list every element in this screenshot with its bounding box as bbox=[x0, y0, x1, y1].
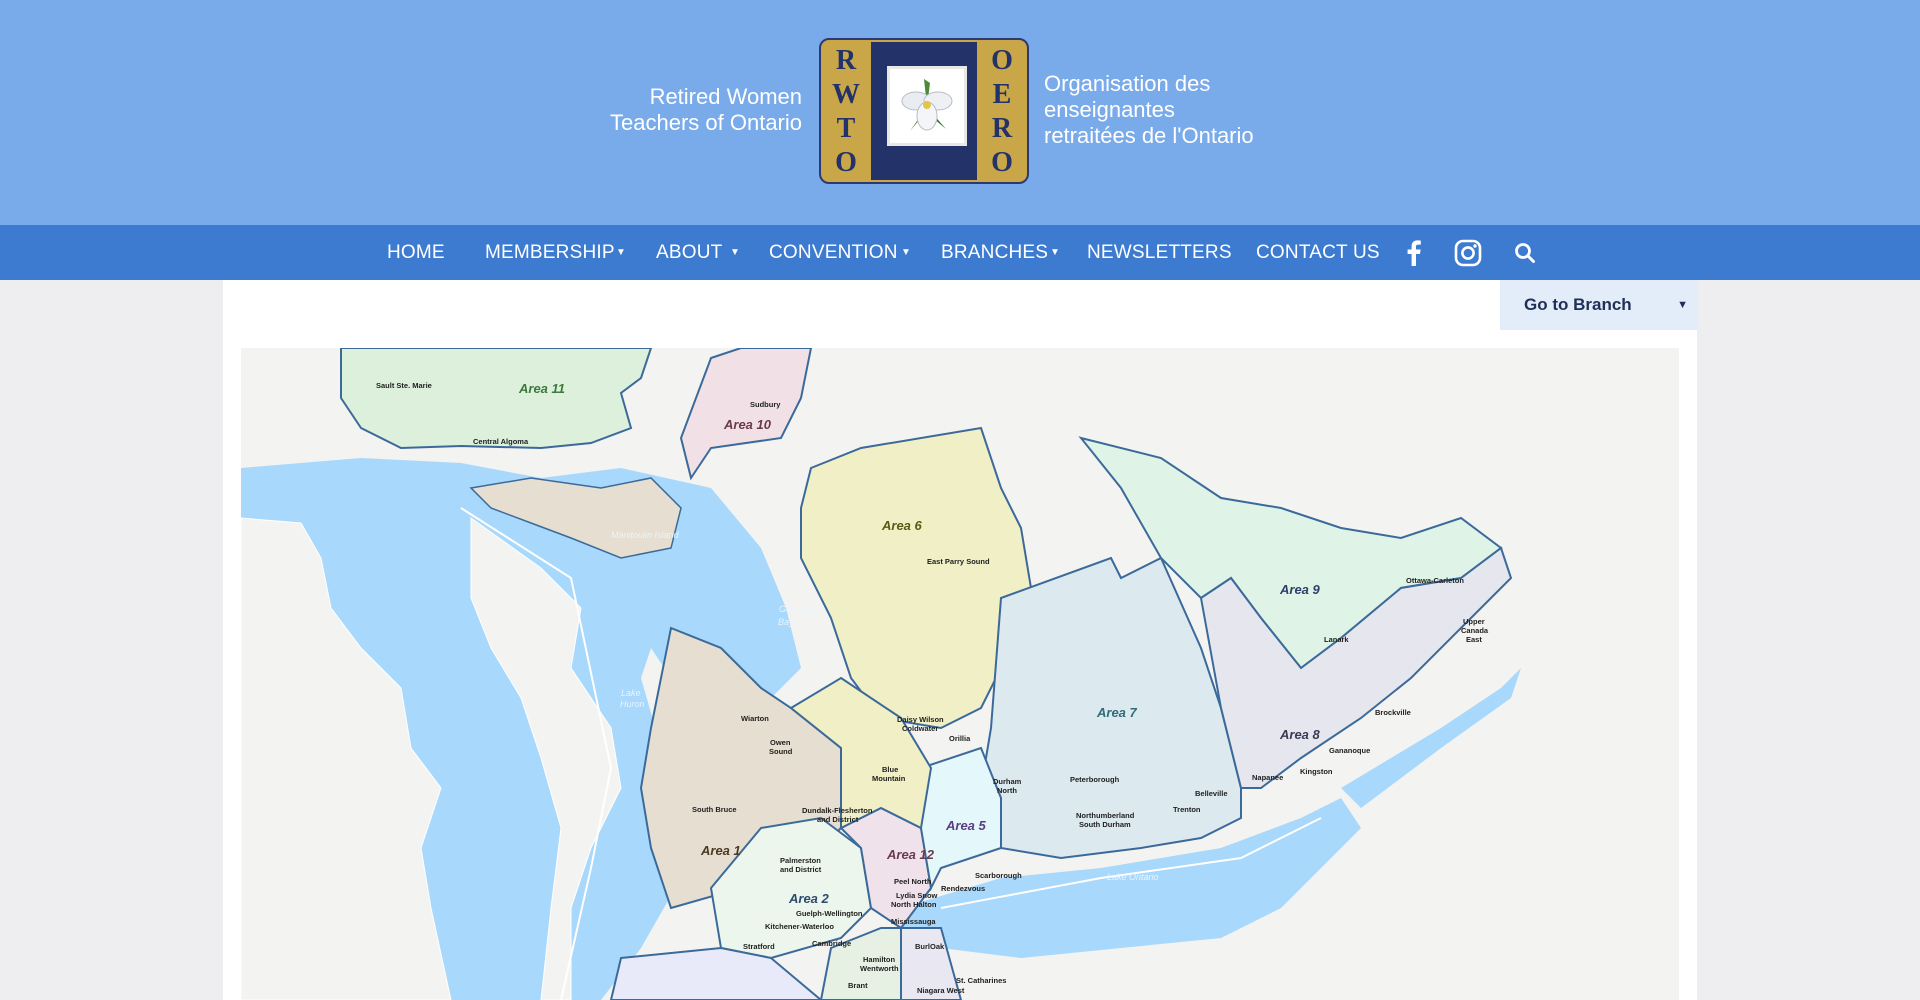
water-georgian-bay-1: Georgian bbox=[779, 604, 816, 614]
place-kingston[interactable]: Kingston bbox=[1300, 767, 1333, 776]
place-south-bruce[interactable]: South Bruce bbox=[692, 805, 737, 814]
area-5-label[interactable]: Area 5 bbox=[945, 818, 987, 833]
place-durham-north-2[interactable]: North bbox=[997, 786, 1017, 795]
place-orillia[interactable]: Orillia bbox=[949, 734, 971, 743]
water-lake-ontario: Lake Ontario bbox=[1107, 872, 1159, 882]
place-upper-canada-east-3[interactable]: East bbox=[1466, 635, 1482, 644]
place-daisy-wilson-2[interactable]: Coldwater bbox=[902, 724, 938, 733]
place-sault-ste-marie[interactable]: Sault Ste. Marie bbox=[376, 381, 432, 390]
place-sudbury[interactable]: Sudbury bbox=[750, 400, 781, 409]
nav-convention[interactable]: CONVENTION bbox=[769, 225, 898, 280]
main-nav: HOME MEMBERSHIP ▼ ABOUT ▼ CONVENTION ▼ B… bbox=[0, 225, 1920, 280]
place-belleville[interactable]: Belleville bbox=[1195, 789, 1228, 798]
ontario-areas-map[interactable]: Area 11 Area 10 Area 6 Area 7 Area 9 Are… bbox=[241, 348, 1679, 1000]
org-name-en-line1: Retired Women bbox=[649, 84, 802, 109]
nav-membership[interactable]: MEMBERSHIP bbox=[485, 225, 615, 280]
area-9-label[interactable]: Area 9 bbox=[1279, 582, 1321, 597]
place-blue-mountain-1[interactable]: Blue bbox=[882, 765, 898, 774]
area-11-label[interactable]: Area 11 bbox=[518, 381, 565, 396]
facebook-icon[interactable] bbox=[1399, 238, 1429, 268]
org-name-en-line2: Teachers of Ontario bbox=[610, 110, 802, 135]
place-northumberland-1[interactable]: Northumberland bbox=[1076, 811, 1135, 820]
org-name-french: Organisation des enseignantes retraitées… bbox=[1044, 71, 1404, 149]
instagram-icon[interactable] bbox=[1453, 238, 1483, 268]
place-st-catharines[interactable]: St. Catharines bbox=[956, 976, 1006, 985]
place-palmerston-1[interactable]: Palmerston bbox=[780, 856, 821, 865]
place-ottawa-carleton[interactable]: Ottawa-Carleton bbox=[1406, 576, 1464, 585]
place-central-algoma[interactable]: Central Algoma bbox=[473, 437, 529, 446]
area-12-label[interactable]: Area 12 bbox=[886, 847, 935, 862]
place-blue-mountain-2[interactable]: Mountain bbox=[872, 774, 906, 783]
place-owen-sound-1[interactable]: Owen bbox=[770, 738, 791, 747]
place-scarborough[interactable]: Scarborough bbox=[975, 871, 1022, 880]
place-peterborough[interactable]: Peterborough bbox=[1070, 775, 1120, 784]
nav-branches[interactable]: BRANCHES bbox=[941, 225, 1048, 280]
place-durham-north-1[interactable]: Durham bbox=[993, 777, 1022, 786]
branches-dropdown-caret-icon[interactable]: ▼ bbox=[1050, 225, 1060, 280]
nav-newsletters[interactable]: NEWSLETTERS bbox=[1087, 225, 1232, 280]
about-dropdown-caret-icon[interactable]: ▼ bbox=[730, 225, 740, 280]
trillium-flower-image bbox=[887, 66, 967, 146]
place-east-parry-sound[interactable]: East Parry Sound bbox=[927, 557, 990, 566]
logo-right-letters: O E R O bbox=[991, 45, 1013, 178]
org-name-english: Retired Women Teachers of Ontario bbox=[482, 84, 802, 136]
nav-about[interactable]: ABOUT bbox=[656, 225, 722, 280]
rwto-oero-logo[interactable]: R W T O O E R O bbox=[819, 38, 1029, 184]
place-lydia-snow-1[interactable]: Lydia Snow bbox=[896, 891, 938, 900]
place-trenton[interactable]: Trenton bbox=[1173, 805, 1201, 814]
place-rendezvous[interactable]: Rendezvous bbox=[941, 884, 985, 893]
place-gananoque[interactable]: Gananoque bbox=[1329, 746, 1370, 755]
search-icon[interactable] bbox=[1510, 238, 1540, 268]
place-daisy-wilson-1[interactable]: Daisy Wilson bbox=[897, 715, 944, 724]
place-peel-north[interactable]: Peel North bbox=[894, 877, 932, 886]
go-to-branch-select[interactable]: Go to Branch ▼ bbox=[1500, 280, 1698, 330]
chevron-down-icon: ▼ bbox=[1677, 299, 1688, 311]
nav-home[interactable]: HOME bbox=[387, 225, 445, 280]
place-burloak[interactable]: BurlOak bbox=[915, 942, 945, 951]
place-upper-canada-east-2[interactable]: Canada bbox=[1461, 626, 1489, 635]
area-7-label[interactable]: Area 7 bbox=[1096, 705, 1138, 720]
place-lydia-snow-2[interactable]: North Halton bbox=[891, 900, 937, 909]
membership-dropdown-caret-icon[interactable]: ▼ bbox=[616, 225, 626, 280]
place-owen-sound-2[interactable]: Sound bbox=[769, 747, 793, 756]
place-hamilton-2[interactable]: Wentworth bbox=[860, 964, 899, 973]
place-cambridge[interactable]: Cambridge bbox=[812, 939, 851, 948]
area-6-label[interactable]: Area 6 bbox=[881, 518, 923, 533]
water-lake-huron-2: Huron bbox=[620, 699, 645, 709]
place-palmerston-2[interactable]: and District bbox=[780, 865, 822, 874]
nav-contact-us[interactable]: CONTACT US bbox=[1256, 225, 1380, 280]
place-mississauga[interactable]: Mississauga bbox=[891, 917, 936, 926]
place-niagara-west[interactable]: Niagara West bbox=[917, 986, 965, 995]
place-northumberland-2[interactable]: South Durham bbox=[1079, 820, 1131, 829]
place-lanark[interactable]: Lanark bbox=[1324, 635, 1349, 644]
area-8-label[interactable]: Area 8 bbox=[1279, 727, 1321, 742]
place-hamilton-1[interactable]: Hamilton bbox=[863, 955, 896, 964]
place-kitchener-waterloo[interactable]: Kitchener-Waterloo bbox=[765, 922, 834, 931]
org-name-fr-line1: Organisation des bbox=[1044, 71, 1211, 96]
water-lake-huron-1: Lake bbox=[621, 688, 641, 698]
org-name-fr-line2: enseignantes bbox=[1044, 97, 1175, 122]
place-dundalk-2[interactable]: and District bbox=[817, 815, 859, 824]
place-brant[interactable]: Brant bbox=[848, 981, 868, 990]
place-upper-canada-east-1[interactable]: Upper bbox=[1463, 617, 1485, 626]
go-to-branch-label: Go to Branch bbox=[1524, 295, 1632, 314]
area-2-label[interactable]: Area 2 bbox=[788, 891, 830, 906]
place-guelph-wellington[interactable]: Guelph-Wellington bbox=[796, 909, 863, 918]
place-brockville[interactable]: Brockville bbox=[1375, 708, 1411, 717]
org-name-fr-line3: retraitées de l'Ontario bbox=[1044, 123, 1254, 148]
site-header: Retired Women Teachers of Ontario R W T … bbox=[0, 0, 1920, 225]
place-manitoulin-island[interactable]: Manitoulin Island bbox=[611, 530, 680, 540]
convention-dropdown-caret-icon[interactable]: ▼ bbox=[901, 225, 911, 280]
place-stratford[interactable]: Stratford bbox=[743, 942, 775, 951]
place-napanee[interactable]: Napanee bbox=[1252, 773, 1283, 782]
area-1-label[interactable]: Area 1 bbox=[700, 843, 741, 858]
water-georgian-bay-2: Bay bbox=[778, 617, 794, 627]
place-wiarton[interactable]: Wiarton bbox=[741, 714, 769, 723]
logo-left-letters: R W T O bbox=[832, 45, 860, 178]
area-10-label[interactable]: Area 10 bbox=[723, 417, 772, 432]
place-dundalk-1[interactable]: Dundalk-Flesherton bbox=[802, 806, 873, 815]
